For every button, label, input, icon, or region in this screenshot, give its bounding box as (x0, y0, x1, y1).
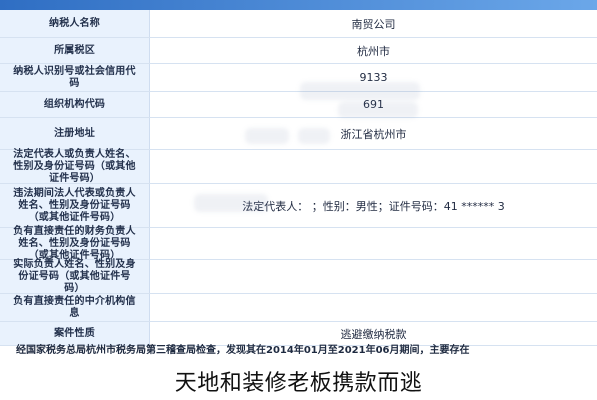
blurred-redaction (194, 194, 268, 212)
row-label: 注册地址 (0, 118, 150, 149)
row-label: 违法期间法人代表或负责人姓名、性别及身份证号码（或其他证件号码） (0, 184, 150, 227)
row-label: 所属税区 (0, 38, 150, 63)
row-value (150, 150, 597, 183)
row-value (150, 228, 597, 259)
row-value: 南贸公司 (351, 17, 396, 31)
table-row: 实际负责人姓名、性别及身份证号码（或其他证件号码） (0, 259, 597, 294)
blurred-redaction (298, 128, 330, 144)
row-label: 负有直接责任的财务负责人姓名、性别及身份证号码（或其他证件号码） (0, 226, 150, 261)
table-row: 违法期间法人代表或负责人姓名、性别及身份证号码（或其他证件号码） 法定代表人： … (0, 184, 597, 228)
blurred-redaction (338, 102, 418, 118)
row-label: 纳税人名称 (0, 10, 150, 37)
table-row: 法定代表人或负责人姓名、性别及身份证号码（或其他证件号码） (0, 149, 597, 184)
blurred-redaction (300, 82, 420, 100)
row-label: 实际负责人姓名、性别及身份证号码（或其他证件号码） (0, 259, 150, 294)
row-value (150, 260, 597, 293)
blurred-redaction (245, 128, 289, 144)
row-label: 组织机构代码 (0, 92, 150, 117)
screenshot-page: 纳税人名称 南贸公司 所属税区 杭州市 纳税人识别号或社会信用代码 9133 组… (0, 0, 597, 400)
row-value: 逃避缴纳税款 (340, 327, 407, 341)
row-value: 浙江省杭州市 (340, 127, 407, 141)
row-label: 案件性质 (0, 322, 150, 345)
table-row: 纳税人识别号或社会信用代码 9133 (0, 64, 597, 92)
table-row: 纳税人名称 南贸公司 (0, 10, 597, 38)
row-label: 纳税人识别号或社会信用代码 (0, 64, 150, 91)
row-label: 负有直接责任的中介机构信息 (0, 294, 150, 321)
top-accent-bar (0, 0, 597, 10)
row-label: 法定代表人或负责人姓名、性别及身份证号码（或其他证件号码） (0, 149, 150, 184)
caption-text: 天地和装修老板携款而逃 (174, 371, 423, 396)
row-value (150, 294, 597, 321)
table-row: 负有直接责任的中介机构信息 (0, 294, 597, 322)
table-row: 负有直接责任的财务负责人姓名、性别及身份证号码（或其他证件号码） (0, 226, 597, 261)
tax-information-table: 纳税人名称 南贸公司 所属税区 杭州市 纳税人识别号或社会信用代码 9133 组… (0, 10, 597, 400)
table-row: 案件性质 逃避缴纳税款 (0, 322, 597, 346)
row-value: 杭州市 (357, 44, 390, 58)
table-row: 组织机构代码 691 (0, 92, 597, 118)
table-row: 所属税区 杭州市 (0, 38, 597, 64)
